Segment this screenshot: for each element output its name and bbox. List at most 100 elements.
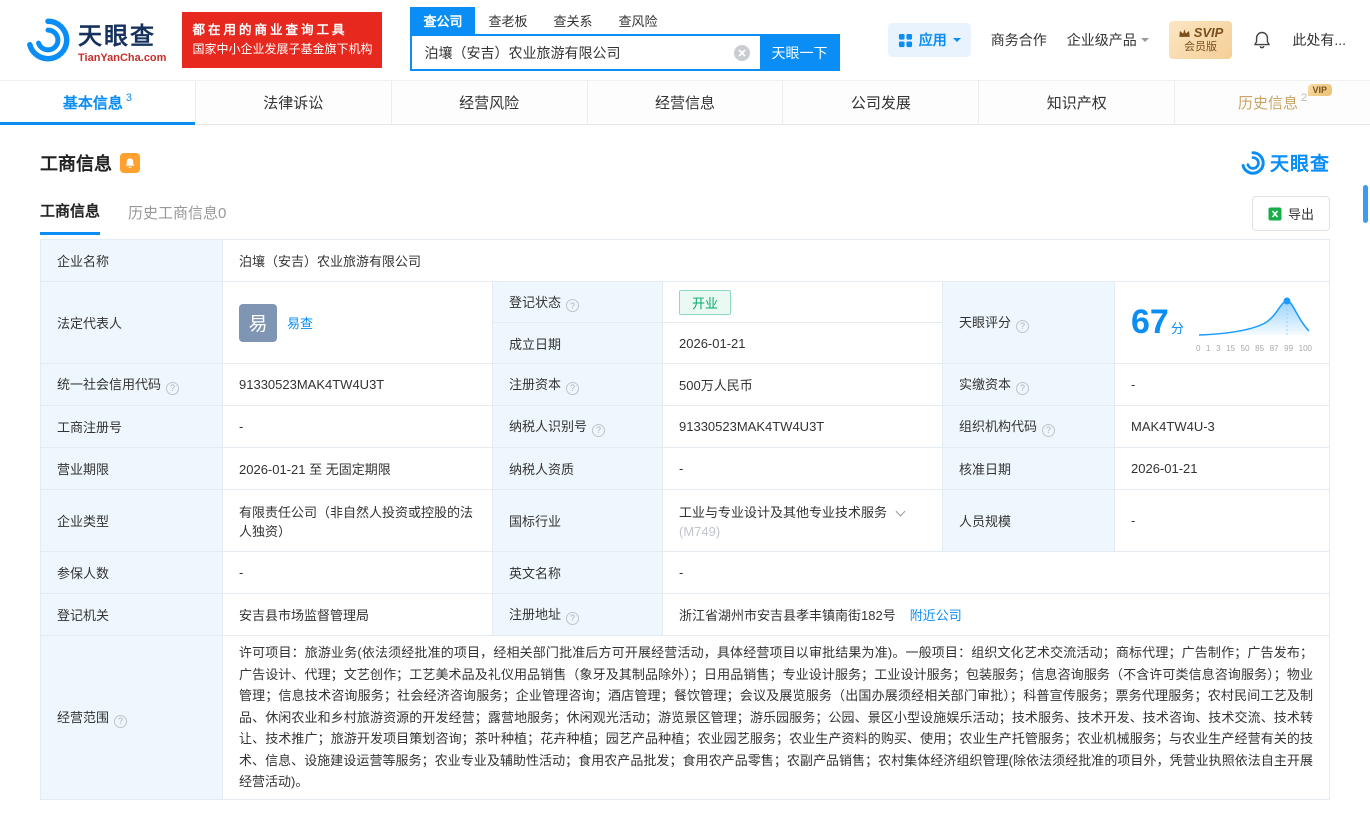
- help-icon[interactable]: ?: [566, 382, 579, 395]
- chevron-down-icon: [953, 38, 961, 46]
- field-label: 登记机关: [57, 608, 109, 623]
- field-label: 企业类型: [57, 514, 109, 529]
- table-row: 工商注册号 - 纳税人识别号? 91330523MAK4TW4U3T 组织机构代…: [41, 406, 1330, 448]
- field-label: 成立日期: [509, 337, 561, 352]
- top-menu: 应用 商务合作 企业级产品 SVIP 会员版: [888, 21, 1346, 59]
- excel-icon: [1268, 207, 1282, 221]
- help-icon[interactable]: ?: [1016, 320, 1029, 333]
- search-tabs: 查公司 查老板 查关系 查风险: [410, 9, 840, 34]
- logo-text: 天眼查 TianYanCha.com: [78, 16, 166, 64]
- field-label: 纳税人识别号: [509, 419, 587, 434]
- nav-tab-history-info[interactable]: 历史信息2 VIP: [1174, 81, 1370, 124]
- search-tab-risk[interactable]: 查风险: [606, 7, 671, 34]
- field-value: -: [239, 419, 243, 434]
- field-label: 国标行业: [509, 514, 561, 529]
- banner-line1: 都在用的商业查询工具: [192, 21, 372, 40]
- address-value: 浙江省湖州市安吉县孝丰镇南街182号: [679, 608, 896, 623]
- nav-tab-operation-info[interactable]: 经营信息: [587, 81, 783, 124]
- table-row: 企业类型 有限责任公司（非自然人投资或控股的法人独资） 国标行业 工业与专业设计…: [41, 490, 1330, 552]
- avatar[interactable]: 易: [239, 304, 277, 342]
- notification-bell-icon[interactable]: [1252, 30, 1272, 50]
- apps-label: 应用: [919, 30, 947, 50]
- help-icon[interactable]: ?: [566, 612, 579, 625]
- field-value: 91330523MAK4TW4U3T: [679, 419, 824, 434]
- apps-menu[interactable]: 应用: [888, 23, 971, 57]
- table-row: 企业名称 泊壤（安吉）农业旅游有限公司: [41, 240, 1330, 282]
- nav-tab-label: 经营风险: [459, 92, 519, 113]
- tianyancha-logo[interactable]: 天眼查 TianYanCha.com: [26, 16, 166, 64]
- menu-cooperation[interactable]: 商务合作: [991, 30, 1047, 50]
- nav-tab-label: 经营信息: [655, 92, 715, 113]
- nav-tab-basic-info[interactable]: 基本信息3: [0, 81, 195, 124]
- field-value: 2026-01-21: [1131, 461, 1198, 476]
- axis-tick: 0: [1196, 344, 1200, 353]
- nav-tab-label: 法律诉讼: [263, 92, 323, 113]
- field-value: -: [679, 565, 683, 580]
- crown-icon: [1178, 28, 1191, 38]
- nav-tab-label: 知识产权: [1047, 92, 1107, 113]
- svip-badge[interactable]: SVIP 会员版: [1169, 21, 1233, 59]
- watermark-text: 天眼查: [1270, 149, 1330, 176]
- field-label: 人员规模: [959, 514, 1011, 529]
- legal-rep-link[interactable]: 易查: [287, 313, 313, 332]
- field-label: 工商注册号: [57, 420, 122, 435]
- axis-tick: 87: [1270, 344, 1279, 353]
- field-value: -: [679, 461, 683, 476]
- user-name[interactable]: 此处有...: [1292, 30, 1346, 50]
- field-label: 经营范围: [57, 710, 109, 725]
- search-button[interactable]: 天眼一下: [760, 36, 838, 69]
- field-value: -: [1131, 377, 1135, 392]
- table-row: 营业期限 2026-01-21 至 无固定期限 纳税人资质 - 核准日期 202…: [41, 448, 1330, 490]
- export-label: 导出: [1288, 204, 1314, 223]
- banner-line2: 国家中小企业发展子基金旗下机构: [192, 40, 372, 59]
- industry-value: 工业与专业设计及其他专业技术服务: [679, 505, 887, 520]
- chevron-down-icon[interactable]: [896, 507, 906, 517]
- field-label: 法定代表人: [57, 316, 122, 331]
- field-label: 登记状态: [509, 295, 561, 310]
- nav-tab-company-development[interactable]: 公司发展: [782, 81, 978, 124]
- table-row: 法定代表人 易 易查 登记状态? 开业 天眼评分?: [41, 282, 1330, 323]
- search-tab-relation[interactable]: 查关系: [540, 7, 605, 34]
- search-tab-boss[interactable]: 查老板: [475, 7, 540, 34]
- help-icon[interactable]: ?: [114, 715, 127, 728]
- field-label: 核准日期: [959, 462, 1011, 477]
- nav-tab-intellectual-property[interactable]: 知识产权: [978, 81, 1174, 124]
- help-icon[interactable]: ?: [1042, 424, 1055, 437]
- table-row: 经营范围? 许可项目：旅游业务(依法须经批准的项目，经相关部门批准后方可开展经营…: [41, 636, 1330, 800]
- company-nav-tabs: 基本信息3 法律诉讼 经营风险 经营信息 公司发展 知识产权 历史信息2 VIP: [0, 80, 1370, 125]
- field-label: 注册地址: [509, 607, 561, 622]
- logo-swirl-icon: [1241, 151, 1265, 175]
- help-icon[interactable]: ?: [1016, 382, 1029, 395]
- help-icon[interactable]: ?: [166, 382, 179, 395]
- logo-swirl-icon: [26, 18, 70, 62]
- nav-tab-legal[interactable]: 法律诉讼: [195, 81, 391, 124]
- main-content: 工商信息 天眼查 工商信息 历史工商信息0: [0, 149, 1370, 800]
- field-label: 英文名称: [509, 566, 561, 581]
- nav-tab-label: 公司发展: [851, 92, 911, 113]
- search-input[interactable]: [412, 45, 734, 61]
- subscribe-bell-icon[interactable]: [120, 153, 140, 173]
- tab-business-info[interactable]: 工商信息: [40, 200, 100, 235]
- search-box: 天眼一下: [410, 34, 840, 71]
- axis-tick: 3: [1216, 344, 1220, 353]
- search-tab-company[interactable]: 查公司: [410, 7, 475, 34]
- axis-tick: 85: [1255, 344, 1264, 353]
- svip-label: SVIP: [1194, 25, 1224, 40]
- nav-tab-count: 3: [126, 92, 132, 104]
- logo-text-en: TianYanCha.com: [78, 52, 166, 64]
- axis-tick: 99: [1284, 344, 1293, 353]
- export-button[interactable]: 导出: [1252, 196, 1330, 231]
- nav-tab-operation-risk[interactable]: 经营风险: [391, 81, 587, 124]
- field-label: 注册资本: [509, 377, 561, 392]
- axis-tick: 100: [1299, 344, 1312, 353]
- help-icon[interactable]: ?: [566, 299, 579, 312]
- tianyan-score[interactable]: 67分: [1131, 303, 1184, 342]
- scrollbar-thumb[interactable]: [1363, 185, 1368, 223]
- help-icon[interactable]: ?: [592, 424, 605, 437]
- tab-history-business-info[interactable]: 历史工商信息0: [128, 202, 226, 234]
- clear-icon[interactable]: [734, 45, 750, 61]
- menu-enterprise-products[interactable]: 企业级产品: [1067, 30, 1149, 50]
- nearby-companies-link[interactable]: 附近公司: [910, 608, 962, 623]
- nav-tab-label: 基本信息: [63, 92, 123, 113]
- field-label: 纳税人资质: [509, 462, 574, 477]
